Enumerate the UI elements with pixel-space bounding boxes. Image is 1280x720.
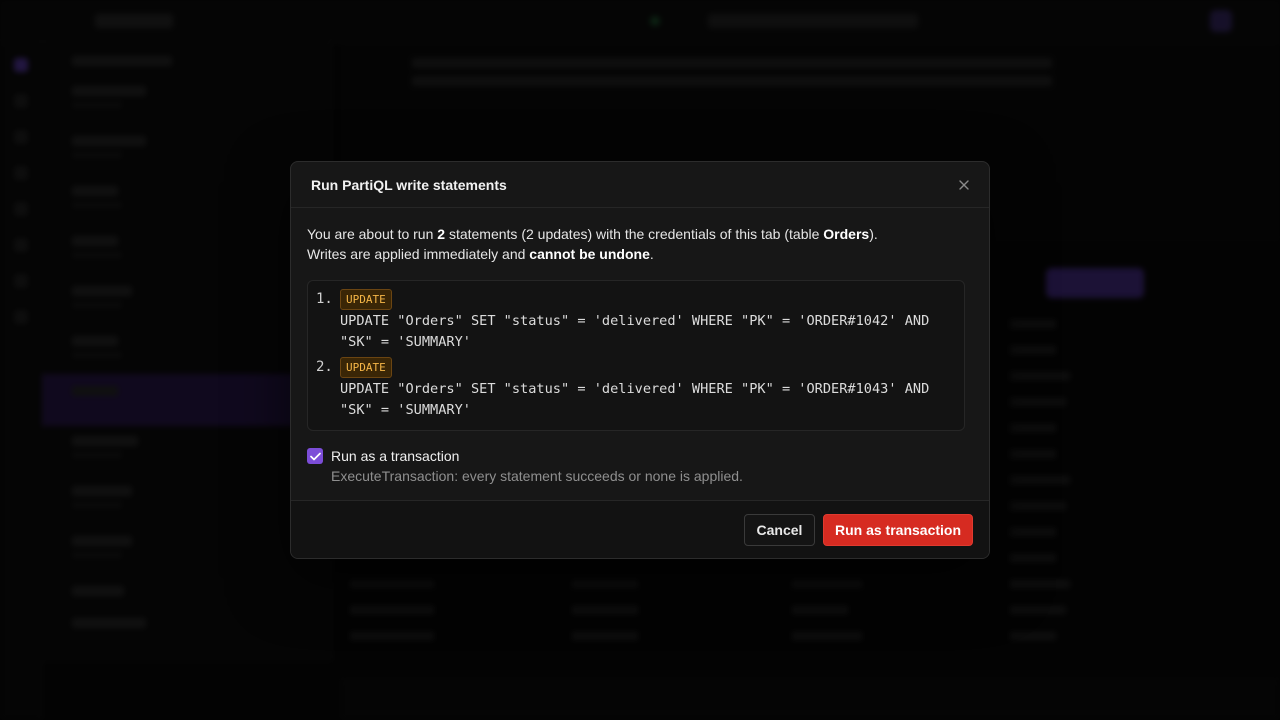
intro-statement-count: 2 (437, 226, 446, 242)
run-partiql-dialog: Run PartiQL write statements You are abo… (290, 161, 990, 559)
close-icon (959, 180, 969, 190)
transaction-option: Run as a transaction ExecuteTransaction:… (307, 447, 973, 487)
cancel-button[interactable]: Cancel (744, 513, 815, 546)
statement-item: 2. UPDATE UPDATE "Orders" SET "status" =… (316, 357, 952, 421)
dialog-intro: You are about to run 2 statements (2 upd… (307, 224, 973, 264)
statement-list: 1. UPDATE UPDATE "Orders" SET "status" =… (307, 280, 965, 431)
intro-text: You are about to run (307, 226, 438, 242)
intro-text: ). (869, 226, 878, 242)
statement-sql: UPDATE "Orders" SET "status" = 'delivere… (340, 313, 938, 350)
intro-text: Writes are applied immediately and (307, 246, 530, 262)
statement-number: 2. (316, 359, 333, 375)
statement-type-badge: UPDATE (340, 289, 392, 310)
transaction-description: ExecuteTransaction: every statement succ… (331, 468, 743, 484)
statement-item: 1. UPDATE UPDATE "Orders" SET "status" =… (316, 289, 952, 353)
statement-number: 1. (316, 291, 333, 307)
intro-table-name: Orders (823, 226, 870, 242)
run-transaction-button[interactable]: Run as transaction (823, 513, 973, 546)
statement-type-badge: UPDATE (340, 357, 392, 378)
intro-text: statements (2 updates) with the credenti… (445, 226, 824, 242)
check-icon (309, 452, 321, 460)
dialog-header: Run PartiQL write statements (291, 162, 989, 208)
dialog-body: You are about to run 2 statements (2 upd… (291, 208, 989, 487)
dialog-title: Run PartiQL write statements (311, 176, 507, 193)
close-button[interactable] (955, 176, 973, 194)
intro-warning: cannot be undone (529, 246, 650, 262)
dialog-footer: Cancel Run as transaction (291, 500, 989, 558)
intro-text: . (649, 246, 654, 262)
transaction-label[interactable]: Run as a transaction (331, 447, 743, 465)
transaction-checkbox[interactable] (307, 448, 323, 464)
statement-sql: UPDATE "Orders" SET "status" = 'delivere… (340, 381, 938, 418)
